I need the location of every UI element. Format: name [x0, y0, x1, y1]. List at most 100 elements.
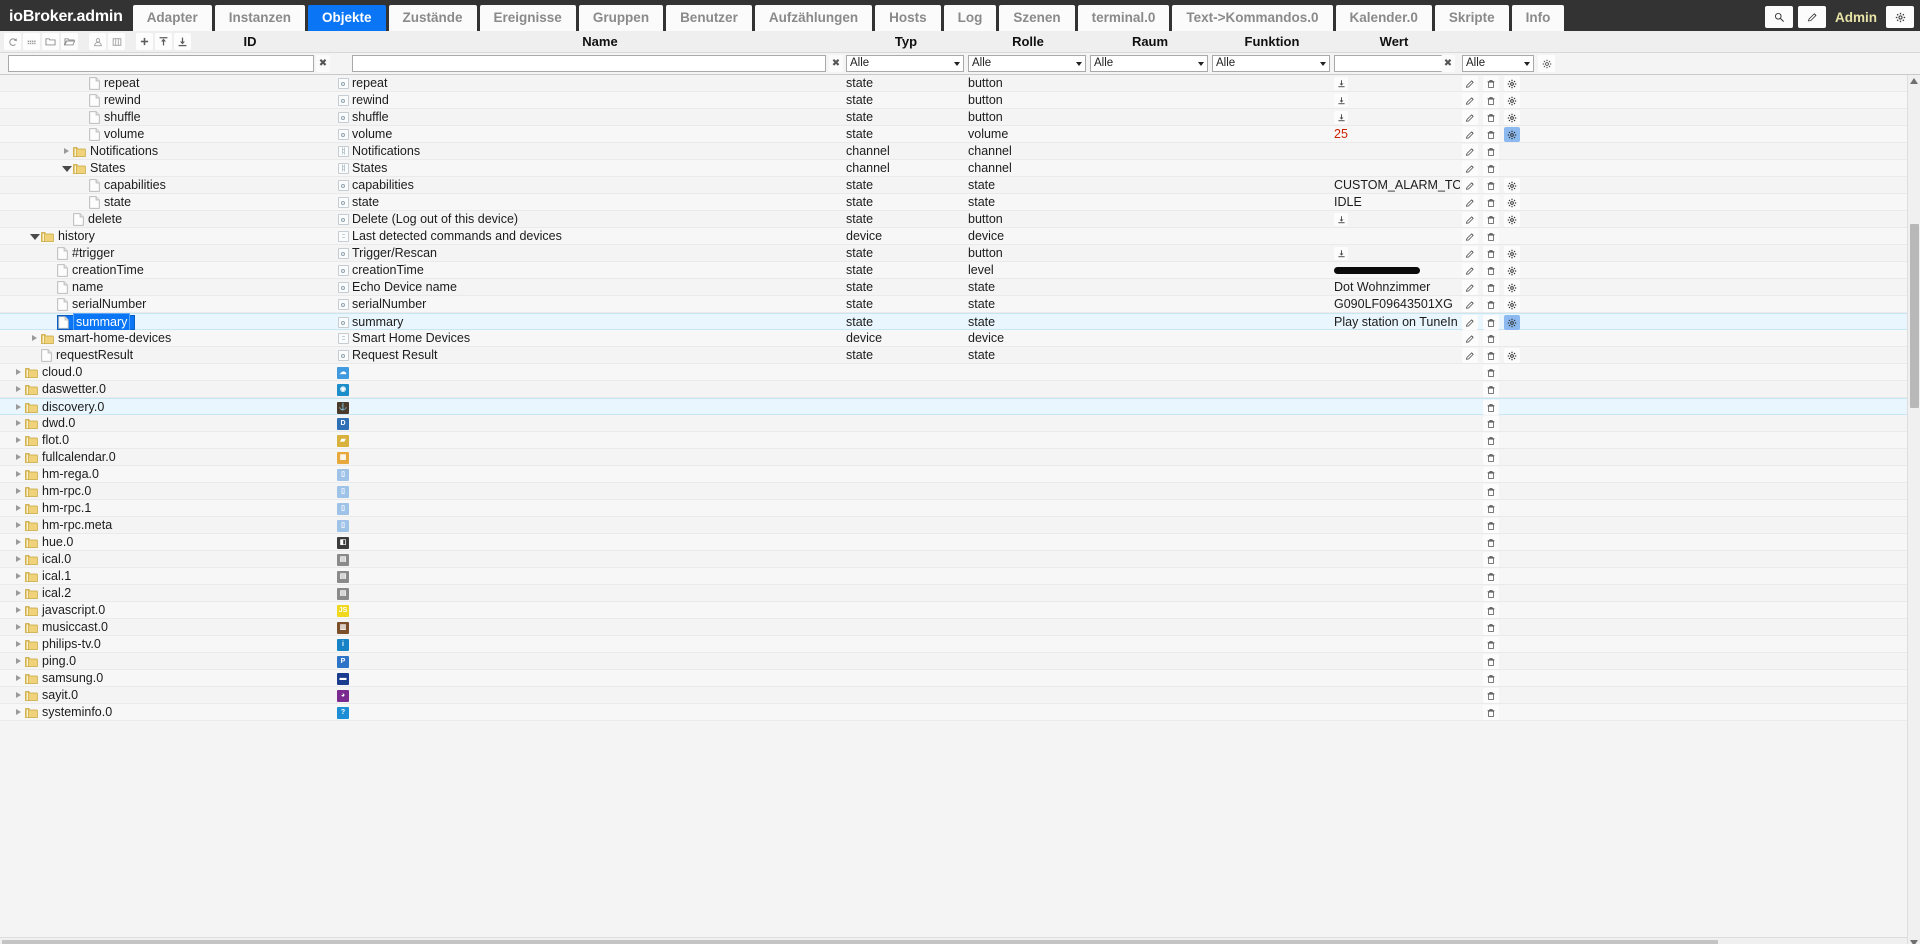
tree-expand-arrow-icon[interactable] — [30, 232, 40, 241]
tab-benutzer[interactable]: Benutzer — [666, 5, 752, 31]
tab-adapter[interactable]: Adapter — [132, 5, 212, 31]
delete-object-button[interactable] — [1483, 586, 1499, 601]
filter-extra-select[interactable]: Alle — [1462, 55, 1534, 72]
filter-typ-select[interactable]: Alle — [846, 55, 964, 72]
tab-text-kommandos-0[interactable]: Text->Kommandos.0 — [1172, 5, 1333, 31]
cell-id[interactable]: history — [0, 228, 334, 245]
cell-id[interactable]: hm-rega.0 — [0, 466, 334, 483]
download-value-button[interactable] — [1334, 213, 1348, 226]
object-settings-button[interactable] — [1504, 195, 1520, 210]
expand-all-button[interactable] — [61, 33, 78, 50]
cell-id[interactable]: hm-rpc.0 — [0, 483, 334, 500]
filter-rolle-select[interactable]: Alle — [968, 55, 1086, 72]
selected-object-cell[interactable]: summary — [57, 313, 136, 332]
table-row[interactable]: hm-rpc.1 ▯ — [0, 500, 1920, 517]
edit-object-button[interactable] — [1462, 127, 1478, 142]
object-settings-button[interactable] — [1504, 315, 1520, 330]
edit-mode-button[interactable] — [1798, 6, 1826, 28]
delete-object-button[interactable] — [1483, 518, 1499, 533]
cell-id[interactable]: hm-rpc.1 — [0, 500, 334, 517]
table-row[interactable]: volume volume state volume 25 — [0, 126, 1920, 143]
delete-object-button[interactable] — [1483, 229, 1499, 244]
cell-id[interactable]: ical.0 — [0, 551, 334, 568]
cell-id[interactable]: hm-rpc.meta — [0, 517, 334, 534]
tree-expand-arrow-icon[interactable] — [14, 453, 23, 462]
delete-object-button[interactable] — [1483, 552, 1499, 567]
object-settings-button[interactable] — [1504, 127, 1520, 142]
cell-id[interactable]: cloud.0 — [0, 364, 334, 381]
table-row[interactable]: name Echo Device name state state Dot Wohnzi… — [0, 279, 1920, 296]
filter-wert-input[interactable] — [1334, 55, 1444, 72]
scroll-down-button[interactable] — [1910, 938, 1919, 944]
object-settings-button[interactable] — [1504, 93, 1520, 108]
tree-expand-arrow-icon[interactable] — [14, 403, 23, 412]
cell-id[interactable]: fullcalendar.0 — [0, 449, 334, 466]
table-row[interactable]: ping.0 P — [0, 653, 1920, 670]
edit-object-button[interactable] — [1462, 110, 1478, 125]
tab-kalender-0[interactable]: Kalender.0 — [1335, 5, 1432, 31]
tree-expand-arrow-icon[interactable] — [14, 368, 23, 377]
delete-object-button[interactable] — [1483, 433, 1499, 448]
cell-id[interactable]: ical.2 — [0, 585, 334, 602]
object-settings-button[interactable] — [1504, 280, 1520, 295]
table-row[interactable]: state state state state IDLE — [0, 194, 1920, 211]
cell-id[interactable]: repeat — [0, 75, 334, 92]
table-row[interactable]: dwd.0 D — [0, 415, 1920, 432]
delete-object-button[interactable] — [1483, 93, 1499, 108]
table-row[interactable]: history::: Last detected commands and dev… — [0, 228, 1920, 245]
tab-terminal-0[interactable]: terminal.0 — [1077, 5, 1170, 31]
filter-name-input[interactable] — [352, 55, 826, 72]
table-row[interactable]: States |:| States channel channel — [0, 160, 1920, 177]
refresh-button[interactable] — [4, 33, 21, 50]
table-row[interactable]: ical.1 ▤ — [0, 568, 1920, 585]
table-row[interactable]: serialNumber serialNumber state state G090LF… — [0, 296, 1920, 313]
edit-object-button[interactable] — [1462, 331, 1478, 346]
filter-id-clear-button[interactable]: ✖ — [316, 55, 330, 72]
table-row[interactable]: delete Delete (Log out of this device) sta… — [0, 211, 1920, 228]
table-row[interactable]: summary summary state state Play station on … — [0, 313, 1920, 332]
table-row[interactable]: fullcalendar.0 ▦ — [0, 449, 1920, 466]
filter-raum-select[interactable]: Alle — [1090, 55, 1208, 72]
cell-id[interactable]: delete — [0, 211, 334, 228]
delete-object-button[interactable] — [1483, 348, 1499, 363]
table-row[interactable]: capabilities capabilities state state CUSTOM… — [0, 177, 1920, 194]
tab-info[interactable]: Info — [1511, 5, 1565, 31]
filter-name-clear-button[interactable]: ✖ — [829, 55, 843, 72]
settings-button[interactable] — [1886, 6, 1914, 28]
edit-object-button[interactable] — [1462, 297, 1478, 312]
cell-id[interactable]: States — [0, 160, 334, 177]
table-row[interactable]: samsung.0 ▬ — [0, 670, 1920, 687]
cell-id[interactable]: smart-home-devices — [0, 330, 334, 347]
vertical-scroll-thumb[interactable] — [1910, 223, 1919, 408]
table-row[interactable]: hue.0 ◧ — [0, 534, 1920, 551]
table-row[interactable]: rewind rewind state button — [0, 92, 1920, 109]
delete-object-button[interactable] — [1483, 382, 1499, 397]
tree-expand-arrow-icon[interactable] — [14, 623, 23, 632]
add-object-button[interactable] — [136, 33, 153, 50]
tree-expand-arrow-icon[interactable] — [14, 419, 23, 428]
import-button[interactable] — [155, 33, 172, 50]
table-row[interactable]: cloud.0 ☁ — [0, 364, 1920, 381]
export-button[interactable] — [174, 33, 191, 50]
table-row[interactable]: musiccast.0 ▥ — [0, 619, 1920, 636]
delete-object-button[interactable] — [1483, 416, 1499, 431]
cell-id[interactable]: Notifications — [0, 143, 334, 160]
tree-expand-arrow-icon[interactable] — [14, 555, 23, 564]
table-row[interactable]: hm-rega.0 ▯ — [0, 466, 1920, 483]
tab-gruppen[interactable]: Gruppen — [578, 5, 664, 31]
table-row[interactable]: hm-rpc.meta ▯ — [0, 517, 1920, 534]
delete-object-button[interactable] — [1483, 110, 1499, 125]
delete-object-button[interactable] — [1483, 127, 1499, 142]
table-row[interactable]: flot.0 ▰ — [0, 432, 1920, 449]
edit-object-button[interactable] — [1462, 263, 1478, 278]
tab-hosts[interactable]: Hosts — [875, 5, 941, 31]
cell-id[interactable]: summary — [0, 313, 334, 332]
columns-button[interactable] — [108, 33, 125, 50]
tab-aufz-hlungen[interactable]: Aufzählungen — [754, 5, 873, 31]
filter-settings-button[interactable] — [1538, 55, 1555, 72]
edit-object-button[interactable] — [1462, 229, 1478, 244]
edit-object-button[interactable] — [1462, 93, 1478, 108]
edit-object-button[interactable] — [1462, 195, 1478, 210]
table-row[interactable]: creationTime creationTime state level — [0, 262, 1920, 279]
cell-id[interactable]: ping.0 — [0, 653, 334, 670]
